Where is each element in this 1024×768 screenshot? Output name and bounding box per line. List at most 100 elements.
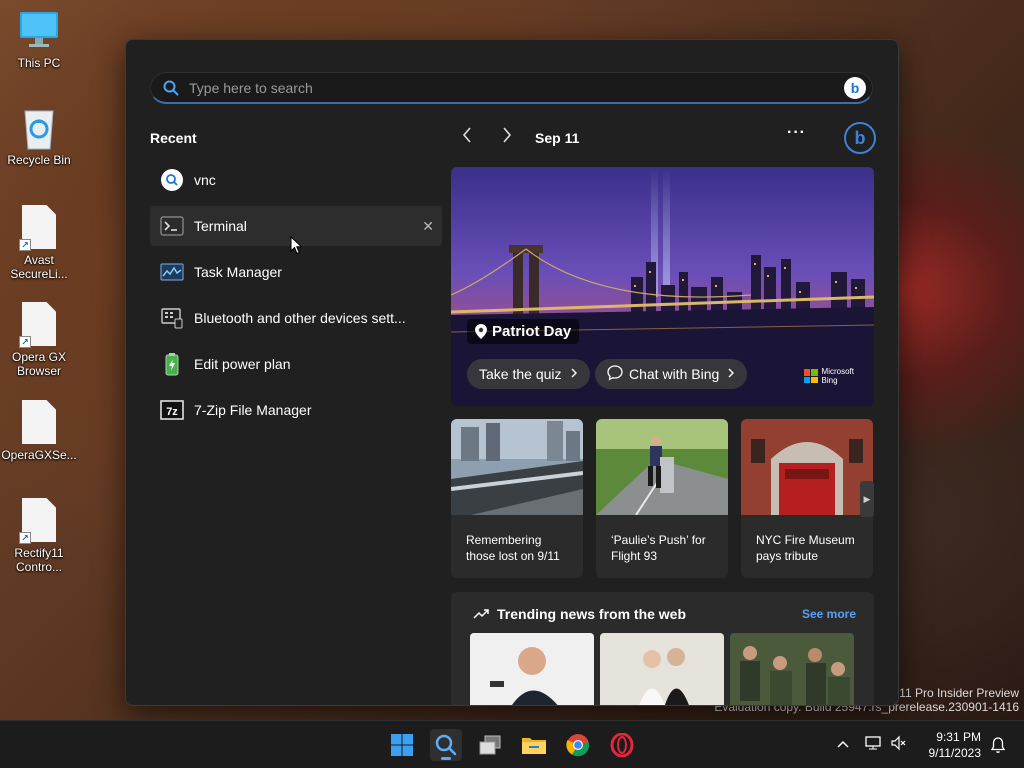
task-view-icon[interactable] bbox=[474, 729, 506, 761]
svg-text:7z: 7z bbox=[166, 406, 178, 418]
mouse-cursor-icon bbox=[290, 236, 303, 255]
recent-item-label: Bluetooth and other devices sett... bbox=[194, 310, 406, 326]
remove-recent-icon[interactable]: ✕ bbox=[422, 218, 434, 235]
taskbar-search-icon[interactable] bbox=[430, 729, 462, 761]
recent-list: vnc Terminal ✕ Task Manager Bluetooth an… bbox=[150, 160, 442, 436]
search-icon bbox=[160, 168, 184, 192]
news-cards: Remembering those lost on 9/11 ‘Paulie’s… bbox=[451, 419, 874, 578]
highlights-nav: Sep 11 ··· b bbox=[456, 122, 876, 154]
taskbar: 9:31 PM 9/11/2023 bbox=[0, 720, 1024, 768]
start-icon[interactable] bbox=[386, 729, 418, 761]
trending-thumbnail[interactable] bbox=[470, 633, 594, 705]
hero-title[interactable]: Patriot Day bbox=[467, 319, 580, 344]
recent-item-label: Terminal bbox=[194, 218, 247, 234]
recent-item-label: Edit power plan bbox=[194, 356, 291, 372]
more-options-icon[interactable]: ··· bbox=[787, 124, 806, 142]
trending-thumbnail[interactable] bbox=[600, 633, 724, 705]
news-card[interactable]: Remembering those lost on 9/11 bbox=[451, 419, 583, 578]
desktop-icon-opera-gx[interactable]: ↗ Opera GX Browser bbox=[4, 302, 74, 378]
recent-item-label: 7-Zip File Manager bbox=[194, 402, 312, 418]
chat-with-bing-label: Chat with Bing bbox=[629, 366, 720, 382]
desktop-icon-label: This PC bbox=[17, 56, 61, 70]
file-icon: ↗ bbox=[19, 498, 59, 544]
brand-text: Microsoft bbox=[821, 367, 854, 376]
hero-card[interactable]: Patriot Day Take the quiz Chat with Bing… bbox=[451, 167, 874, 406]
recent-item-label: vnc bbox=[194, 172, 216, 188]
file-explorer-icon[interactable] bbox=[518, 729, 550, 761]
see-more-link[interactable]: See more bbox=[802, 607, 856, 621]
chevron-right-icon bbox=[727, 366, 735, 382]
volume-muted-icon[interactable] bbox=[890, 735, 906, 756]
highlight-date: Sep 11 bbox=[535, 130, 580, 146]
clock-date: 9/11/2023 bbox=[928, 746, 982, 760]
next-arrow-icon[interactable]: ▶ bbox=[860, 481, 874, 517]
microsoft-logo-icon bbox=[803, 369, 818, 383]
trending-thumbnail[interactable] bbox=[730, 633, 854, 705]
location-pin-icon bbox=[475, 324, 487, 339]
search-box[interactable]: b bbox=[150, 72, 873, 104]
trending-heading: Trending news from the web bbox=[473, 606, 686, 622]
terminal-icon bbox=[160, 214, 184, 238]
paulies-push-image bbox=[596, 419, 728, 516]
desktop-icon-label: OperaGXSe... bbox=[1, 448, 77, 462]
opera-icon[interactable] bbox=[606, 729, 638, 761]
news-card-caption: Remembering those lost on 9/11 bbox=[466, 533, 560, 563]
chevron-up-icon[interactable] bbox=[836, 736, 850, 754]
desktop-icon-label: Avast SecureLi... bbox=[10, 253, 68, 281]
search-flyout: b Recent vnc Terminal ✕ bbox=[125, 39, 899, 706]
file-icon bbox=[19, 400, 59, 446]
shortcut-arrow-icon: ↗ bbox=[19, 336, 31, 348]
recent-item-task-manager[interactable]: Task Manager bbox=[150, 252, 442, 292]
desktop-icon-recycle-bin[interactable]: Recycle Bin bbox=[4, 105, 74, 167]
chat-with-bing-button[interactable]: Chat with Bing bbox=[595, 359, 748, 389]
chat-bubble-icon bbox=[607, 364, 623, 384]
desktop-icon-avast[interactable]: ↗ Avast SecureLi... bbox=[4, 205, 74, 281]
desktop-icon-label: Opera GX Browser bbox=[11, 350, 67, 378]
search-input[interactable] bbox=[189, 79, 844, 96]
desktop-icon-label: Rectify11 Contro... bbox=[14, 546, 64, 574]
trending-title: Trending news from the web bbox=[497, 606, 687, 622]
recent-item-vnc[interactable]: vnc bbox=[150, 160, 442, 200]
news-card-caption: NYC Fire Museum pays tribute bbox=[756, 533, 855, 563]
memorial-image bbox=[451, 419, 583, 515]
news-card[interactable]: ‘Paulie’s Push’ for Flight 93 bbox=[596, 419, 728, 578]
trending-arrow-icon bbox=[473, 609, 489, 619]
search-icon bbox=[163, 80, 179, 95]
7zip-icon: 7z bbox=[160, 398, 184, 422]
trending-news-section: Trending news from the web See more bbox=[451, 592, 874, 705]
microsoft-bing-logo: Microsoft Bing bbox=[803, 367, 854, 385]
bing-chat-icon[interactable]: b bbox=[844, 122, 876, 154]
desktop-icon-operagx-setup[interactable]: OperaGXSe... bbox=[1, 400, 77, 462]
desktop-icon-rectify11[interactable]: ↗ Rectify11 Contro... bbox=[4, 498, 74, 574]
recent-item-edit-power-plan[interactable]: Edit power plan bbox=[150, 344, 442, 384]
desktop-icon-label: Recycle Bin bbox=[7, 153, 71, 167]
chevron-right-icon bbox=[570, 366, 578, 382]
file-icon: ↗ bbox=[19, 302, 59, 348]
take-quiz-label: Take the quiz bbox=[479, 366, 562, 382]
news-card-caption: ‘Paulie’s Push’ for Flight 93 bbox=[611, 533, 706, 563]
recent-item-7zip[interactable]: 7z 7-Zip File Manager bbox=[150, 390, 442, 430]
recent-item-label: Task Manager bbox=[194, 264, 282, 280]
bluetooth-settings-icon bbox=[160, 306, 184, 330]
desktop-icon-this-pc[interactable]: This PC bbox=[4, 8, 74, 70]
chevron-right-icon[interactable] bbox=[500, 126, 514, 149]
recent-item-bluetooth-settings[interactable]: Bluetooth and other devices sett... bbox=[150, 298, 442, 338]
fire-museum-image bbox=[741, 419, 873, 515]
monitor-icon bbox=[19, 8, 59, 54]
power-plan-icon bbox=[160, 352, 184, 376]
news-card[interactable]: NYC Fire Museum pays tribute bbox=[741, 419, 873, 578]
clock-time: 9:31 PM bbox=[936, 730, 981, 744]
recent-heading: Recent bbox=[150, 130, 197, 146]
recycle-bin-icon bbox=[19, 105, 59, 151]
bing-icon[interactable]: b bbox=[844, 76, 866, 99]
brand-text: Bing bbox=[821, 376, 838, 385]
take-quiz-button[interactable]: Take the quiz bbox=[467, 359, 590, 389]
hero-title-text: Patriot Day bbox=[492, 323, 572, 340]
task-manager-icon bbox=[160, 260, 184, 284]
notification-bell-icon[interactable] bbox=[990, 736, 1006, 759]
network-icon[interactable] bbox=[864, 735, 882, 756]
system-tray bbox=[836, 721, 906, 768]
chrome-icon[interactable] bbox=[562, 729, 594, 761]
chevron-left-icon[interactable] bbox=[460, 126, 474, 149]
taskbar-clock[interactable]: 9:31 PM 9/11/2023 bbox=[929, 729, 982, 761]
